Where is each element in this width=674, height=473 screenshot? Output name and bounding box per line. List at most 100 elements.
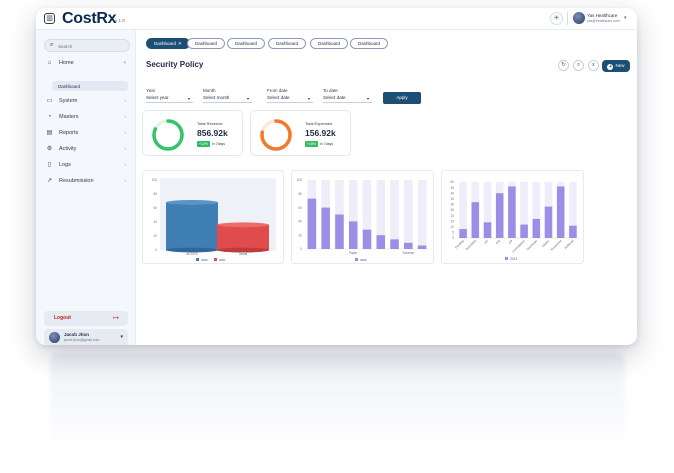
kpi-label: Total Revenue: [197, 121, 223, 126]
bar: [335, 214, 344, 249]
bar: [532, 218, 541, 238]
to-date-input[interactable]: Select date: [323, 94, 372, 103]
sidebar-item-reports[interactable]: ▤ Reports ›: [44, 128, 130, 139]
chart-card-2: 0 20 40 60 80 100 Payer Scheme asan: [291, 170, 434, 264]
bar: [495, 193, 504, 238]
x-tick-label: Discharge: [526, 239, 539, 252]
tab-dashboard-2[interactable]: Dashboard: [187, 38, 226, 49]
tab-dashboard-6[interactable]: Dashboard: [350, 38, 389, 49]
apply-button[interactable]: Apply: [383, 92, 421, 104]
refresh-icon[interactable]: ↻: [558, 60, 569, 71]
y-tick-label: 20: [450, 214, 454, 218]
legend-label: asan: [360, 258, 367, 262]
sidebar-item-resubmission[interactable]: ↗ Resubmission ›: [44, 176, 130, 187]
chevron-down-icon[interactable]: ▾: [624, 15, 627, 21]
filter-label: From date: [267, 88, 288, 93]
y-tick-label: 40: [298, 220, 302, 224]
kpi-badge: +15%: [305, 141, 319, 147]
y-tick-label: 60: [153, 206, 157, 210]
tab-label: Dashboard: [195, 41, 218, 46]
logout-label: Logout: [54, 315, 71, 321]
search-icon[interactable]: ⌕: [573, 60, 584, 71]
y-tick-label: 35: [450, 197, 454, 201]
filter-label: To date: [323, 88, 338, 93]
bar: [471, 202, 480, 238]
bar-chart-status: 05 10 1520 2530 35 4045 50 Pending Submitted VIC I…: [450, 180, 579, 261]
bar-cylinder-body: [166, 202, 218, 250]
chevron-down-icon[interactable]: ▾: [120, 334, 123, 340]
logout-button[interactable]: Logout ↦: [44, 311, 128, 326]
x-tick-label: IPD: [495, 238, 502, 245]
sidebar-subitem-label: Dashboard: [58, 83, 81, 89]
chevron-down-icon: ▾: [308, 96, 311, 101]
sidebar-item-activity[interactable]: ⚙ Activity ›: [44, 144, 130, 155]
close-icon[interactable]: ✕: [178, 41, 182, 46]
from-date-input[interactable]: Select date: [267, 94, 313, 103]
y-tick-label: 0: [300, 247, 302, 251]
x-tick-label: Scheme: [402, 251, 414, 255]
tab-dashboard-5[interactable]: Dashboard: [310, 38, 349, 49]
page-title: Security Policy: [146, 60, 204, 69]
kpi-label: Total Expenses: [305, 121, 333, 126]
search-icon: ⌕: [50, 42, 54, 48]
x-tick-label: OP: [508, 239, 514, 245]
tab-dashboard-3[interactable]: Dashboard: [227, 38, 266, 49]
progress-ring: [152, 119, 184, 151]
home-icon: ⌂: [47, 60, 52, 66]
app-logo: CostRx: [62, 10, 117, 27]
bar: [556, 186, 565, 238]
new-button[interactable]: + New: [602, 60, 630, 72]
excel-icon[interactable]: x: [588, 60, 599, 71]
search-box[interactable]: ⌕: [44, 39, 130, 52]
bar: [348, 221, 358, 249]
sidebar-subitem-dashboard[interactable]: Dashboard: [52, 81, 128, 91]
tab-dashboard-1[interactable]: Dashboard ✕: [146, 38, 190, 49]
profile-avatar[interactable]: [573, 12, 585, 24]
sun-icon[interactable]: ☀: [550, 12, 563, 25]
y-tick-label: 80: [298, 192, 302, 196]
sidebar-item-system[interactable]: ▭ System ›: [44, 96, 130, 107]
app-window: ▥ CostRx v 1.0 ☀ Yas Healthcare yas@heal…: [36, 8, 637, 345]
y-tick-label: 20: [298, 233, 302, 237]
y-tick-label: 5: [452, 231, 454, 235]
x-tick-label: all 2023: [186, 252, 197, 256]
legend-swatch: [214, 258, 217, 261]
y-tick-label: 25: [450, 208, 454, 212]
y-tick-label: 40: [450, 191, 454, 195]
y-tick-label: 0: [155, 248, 157, 252]
month-select[interactable]: Select month: [203, 94, 252, 103]
bar: [321, 207, 330, 249]
x-tick-label: Submitted: [465, 239, 478, 252]
sidebar-toggle-icon[interactable]: ▥: [44, 13, 55, 24]
profile-name[interactable]: Yas Healthcare: [587, 13, 617, 18]
user-card[interactable]: Jacob Jhon jacob.jhon@gmail.com ▾: [44, 329, 128, 345]
sidebar-item-masters[interactable]: ◔ Masters ›: [44, 112, 130, 123]
tab-label: Dashboard: [276, 41, 299, 46]
y-tick-label: 40: [153, 220, 157, 224]
tab-label: Dashboard: [358, 41, 381, 46]
sidebar-item-label: Reports: [59, 130, 79, 136]
bar: [483, 222, 492, 238]
sidebar-item-label: Home: [59, 60, 74, 66]
y-tick-label: 10: [450, 225, 454, 229]
sidebar-item-home[interactable]: ⌂ Home ˄: [44, 58, 130, 69]
chevron-up-icon: ˄: [123, 60, 126, 65]
bar-chart-payer: 0 20 40 60 80 100 Payer Scheme asan: [297, 178, 429, 262]
search-input[interactable]: [58, 42, 126, 50]
sidebar-item-label: Activity: [59, 146, 77, 152]
x-tick-label: Jamai: [239, 252, 248, 256]
chevron-down-icon: ▾: [247, 96, 250, 101]
chevron-right-icon: ›: [124, 130, 127, 135]
y-tick-label: 100: [297, 178, 303, 182]
tab-dashboard-4[interactable]: Dashboard: [268, 38, 307, 49]
sidebar-item-label: Logs: [59, 162, 71, 168]
sidebar-item-label: Masters: [59, 114, 79, 120]
bar: [508, 186, 516, 238]
bar-background: [390, 180, 399, 249]
bar: [459, 229, 467, 238]
header-divider: [567, 12, 568, 25]
year-select[interactable]: Select year: [146, 94, 193, 103]
progress-ring: [260, 119, 292, 151]
y-tick-label: 80: [153, 192, 157, 196]
sidebar-item-logs[interactable]: ▯ Logs ›: [44, 160, 130, 171]
